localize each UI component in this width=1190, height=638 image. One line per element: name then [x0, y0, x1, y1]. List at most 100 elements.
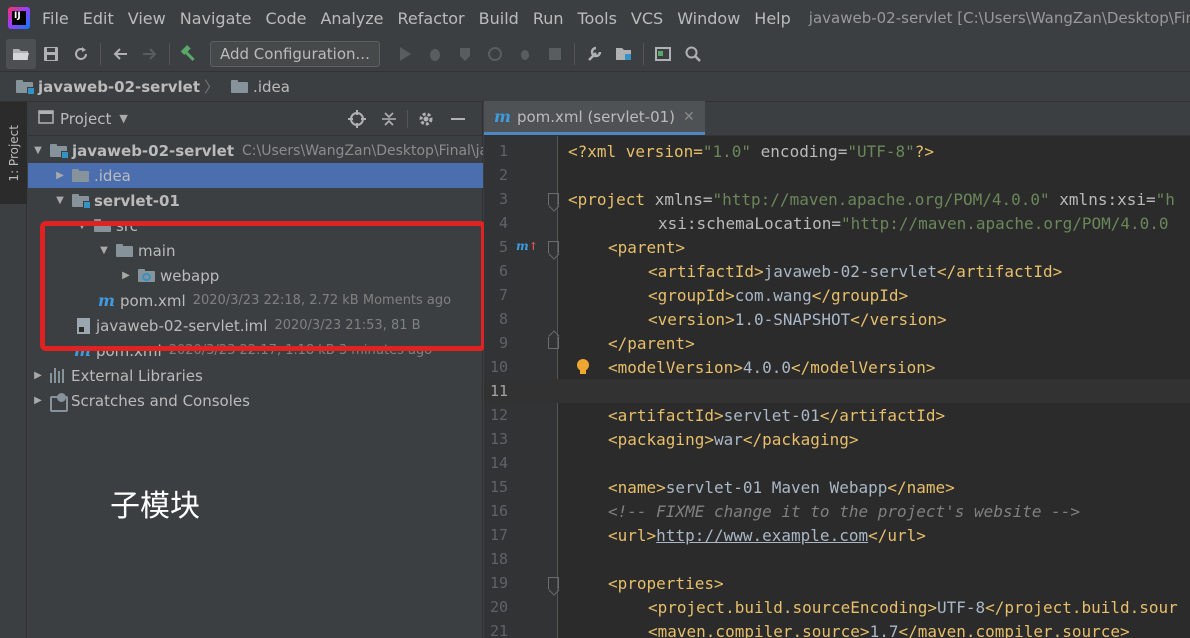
maven-parent-gutter-icon[interactable]: m↑: [516, 239, 538, 253]
project-tool-window-tab[interactable]: 1: Project: [0, 102, 27, 204]
expand-arrow-icon[interactable]: ▼: [32, 145, 44, 156]
menu-code[interactable]: Code: [266, 9, 307, 28]
menu-refactor[interactable]: Refactor: [398, 9, 465, 28]
tree-item-webapp[interactable]: ▶ webapp: [28, 263, 483, 288]
fold-marker-icon[interactable]: [548, 193, 559, 205]
collapse-arrow-icon[interactable]: ▶: [120, 270, 132, 281]
sync-icon[interactable]: [66, 39, 96, 69]
code-token: servlet-01: [723, 405, 820, 425]
code-area[interactable]: 1 <?xml version="1.0" encoding="UTF-8"?>…: [484, 136, 1190, 638]
left-tool-stripe: 1: Project: [0, 102, 27, 638]
folder-icon: [116, 244, 133, 257]
panel-action-separator: [407, 110, 408, 128]
menu-file[interactable]: File: [42, 9, 69, 28]
line-number: 16: [489, 502, 508, 520]
code-token: <artifactId>: [608, 405, 724, 425]
back-arrow-icon[interactable]: [105, 39, 135, 69]
save-icon[interactable]: [36, 39, 66, 69]
intellij-logo-icon: IJ: [8, 7, 30, 29]
submodule-annotation: 子模块: [110, 489, 200, 524]
folder-icon: [231, 80, 249, 93]
chevron-down-icon[interactable]: ▼: [119, 112, 127, 125]
locate-crosshair-icon[interactable]: [341, 110, 373, 128]
menu-run[interactable]: Run: [533, 9, 564, 28]
expand-arrow-icon[interactable]: ▼: [54, 195, 66, 206]
scratches-icon: [50, 392, 68, 412]
project-structure-icon[interactable]: [609, 39, 639, 69]
fold-marker-icon[interactable]: [548, 577, 559, 589]
tree-item-main[interactable]: ▼ main: [28, 238, 483, 263]
line-number: 20: [489, 598, 508, 616]
fold-end-marker-icon[interactable]: [548, 337, 559, 349]
collapse-arrow-icon[interactable]: ▶: [32, 370, 44, 381]
expand-arrow-icon[interactable]: ▼: [98, 245, 110, 256]
line-number: 10: [489, 358, 508, 376]
tree-item-pom-servlet-01[interactable]: m pom.xml 2020/3/23 22:18, 2.72 kB Momen…: [28, 288, 483, 313]
add-configuration-button[interactable]: Add Configuration...: [210, 40, 380, 67]
breadcrumb-idea[interactable]: .idea: [225, 78, 290, 96]
run-icon[interactable]: [390, 39, 420, 69]
open-folder-icon[interactable]: [6, 38, 36, 69]
tree-item-scratches[interactable]: ▶ Scratches and Consoles: [28, 388, 483, 413]
attach-debugger-icon[interactable]: [510, 39, 540, 69]
tree-item-servlet-01[interactable]: ▼ servlet-01: [28, 188, 483, 213]
line-number: 17: [489, 526, 508, 544]
folder-icon: [94, 219, 111, 232]
menu-view[interactable]: View: [128, 9, 166, 28]
coverage-icon[interactable]: [450, 39, 480, 69]
terminal-window-icon[interactable]: [648, 39, 678, 69]
menu-build[interactable]: Build: [479, 9, 519, 28]
code-token: <maven.compiler.source>: [648, 621, 870, 638]
breadcrumb-separator-icon: 〉: [204, 78, 220, 96]
code-line: 17 <url>http://www.example.com</url>: [484, 523, 1190, 547]
collapse-arrow-icon[interactable]: ▶: [32, 395, 44, 406]
gear-icon[interactable]: [410, 111, 442, 127]
profile-icon[interactable]: [480, 39, 510, 69]
code-token: com.wang: [734, 285, 812, 305]
code-token: 1.7: [869, 621, 899, 638]
menu-window[interactable]: Window: [677, 9, 740, 28]
line-number: 12: [489, 406, 508, 424]
collapse-all-icon[interactable]: [373, 111, 405, 127]
tree-item-pom-root[interactable]: m pom.xml 2020/3/23 22:17, 1.18 kB 3 min…: [28, 338, 483, 363]
tab-pom-servlet-01[interactable]: m pom.xml (servlet-01) ✕: [484, 101, 705, 135]
code-line: 6 <artifactId>javaweb-02-servlet</artifa…: [484, 259, 1190, 283]
code-url-link[interactable]: http://www.example.com: [656, 526, 868, 545]
code-token: "h: [1155, 189, 1175, 209]
menu-help[interactable]: Help: [754, 9, 790, 28]
search-icon[interactable]: [678, 39, 708, 69]
tree-item-idea[interactable]: ▶ .idea: [28, 163, 483, 188]
expand-arrow-icon[interactable]: ▼: [76, 220, 88, 231]
settings-wrench-icon[interactable]: [579, 39, 609, 69]
menu-navigate[interactable]: Navigate: [180, 9, 252, 28]
breadcrumb-project[interactable]: javaweb-02-servlet: [10, 78, 200, 96]
line-number: 2: [498, 166, 508, 184]
line-number: 8: [498, 310, 508, 328]
module-folder-icon: [72, 194, 91, 209]
code-token: <properties>: [608, 573, 724, 593]
debug-bug-icon[interactable]: [420, 39, 450, 69]
menu-edit[interactable]: Edit: [83, 9, 114, 28]
tree-item-external-libraries[interactable]: ▶ External Libraries: [28, 363, 483, 388]
lightbulb-intention-icon[interactable]: [576, 358, 590, 376]
code-token: <packaging>: [608, 429, 714, 449]
menu-vcs[interactable]: VCS: [631, 9, 663, 28]
code-token: "http://maven.apache.org/POM/4.0.0": [712, 189, 1050, 209]
tree-item-iml[interactable]: javaweb-02-servlet.iml 2020/3/23 21:53, …: [28, 313, 483, 338]
menu-analyze[interactable]: Analyze: [320, 9, 383, 28]
code-token: </name>: [887, 477, 955, 497]
forward-arrow-icon[interactable]: [135, 39, 165, 69]
code-token: <artifactId>: [648, 261, 764, 281]
fold-marker-icon[interactable]: [548, 241, 559, 253]
close-icon[interactable]: ✕: [683, 109, 695, 125]
hide-minimize-icon[interactable]: [442, 117, 474, 121]
editor-tab-bar: m pom.xml (servlet-01) ✕: [484, 101, 1190, 136]
menu-tools[interactable]: Tools: [578, 9, 617, 28]
tree-item-src[interactable]: ▼ src: [28, 213, 483, 238]
code-token: </maven.compiler.source>: [898, 621, 1130, 638]
stop-icon[interactable]: [540, 39, 570, 69]
project-view-selector[interactable]: Project: [60, 110, 111, 128]
collapse-arrow-icon[interactable]: ▶: [54, 170, 66, 181]
build-hammer-icon[interactable]: [174, 39, 204, 69]
tree-item-javaweb-02-servlet[interactable]: ▼ javaweb-02-servlet C:\Users\WangZan\De…: [28, 138, 483, 163]
